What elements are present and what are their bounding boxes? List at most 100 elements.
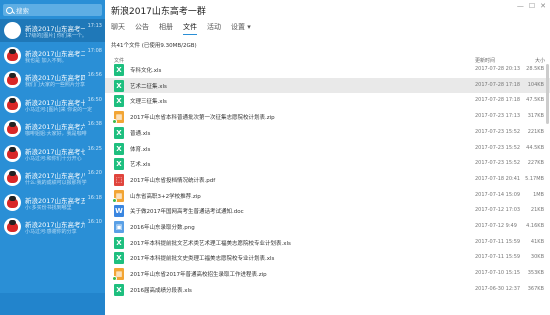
conversation-item[interactable]: 新浪2017山东高考七群16:25小马过河:和你们十分开心 xyxy=(0,142,105,165)
file-row[interactable]: X 体育.xls 2017-07-23 15:52 44.5KB xyxy=(105,141,550,157)
conversation-time: 16:50 xyxy=(87,96,102,103)
file-row[interactable]: X 专科文化.xls 2017-07-28 20:13 28.5KB xyxy=(105,62,550,78)
conversation-item[interactable]: 新浪2017山东高考一群17:1317级的[图片] 你们来一个。 xyxy=(0,19,105,42)
file-name: 2016届高成绩分段表.xls xyxy=(130,287,192,294)
file-name: 2017年本科提前批文史类理工福美志愿院校专业计划表.xls xyxy=(130,256,275,263)
file-name: 艺术.xls xyxy=(130,162,151,169)
file-size: 41KB xyxy=(530,238,544,245)
conversation-item[interactable]: 新浪2017山东高考六群16:38咖啡姐姐:大家好，我是咖啡 xyxy=(0,117,105,140)
file-name: 艺术二征集.xls xyxy=(130,83,167,90)
tab-item[interactable]: 文件 xyxy=(183,22,197,35)
file-row[interactable]: X 2017年本科提前批文史类理工福美志愿院校专业计划表.xls 2017-07-1… xyxy=(105,250,550,266)
file-row[interactable]: X 2016届高成绩分段表.xls 2017-06-30 12:37 367KB xyxy=(105,282,550,298)
file-name: 体育.xls xyxy=(130,146,151,153)
xls-file-icon: X xyxy=(114,64,124,76)
xls-file-icon: X xyxy=(114,79,124,92)
png-file-icon: ▣ xyxy=(114,221,124,233)
file-name: 关于做2017年国网高考生普通话考试通知.doc xyxy=(130,209,244,216)
check-badge-icon xyxy=(112,119,117,125)
file-row[interactable]: ▣ 2016年山东录取分数.png 2017-07-12 9:49 4.16KB xyxy=(105,219,550,235)
file-row[interactable]: X 2017年本科提前批文艺术类艺术理工福美志愿院校专业计划表.xls 2017-0… xyxy=(105,235,550,251)
file-date: 2017-07-23 15:52 xyxy=(475,128,521,135)
close-icon[interactable]: ✕ xyxy=(540,2,546,10)
file-name: 2017年山东省本科普通批次第一次征集志愿院校计划表.zip xyxy=(130,115,275,122)
check-badge-icon xyxy=(112,197,117,203)
file-size: 44.5KB xyxy=(526,144,544,151)
angry-bird-brow-icon xyxy=(9,220,16,225)
angry-bird-brow-icon xyxy=(9,48,16,54)
tab-item[interactable]: 相册 xyxy=(159,22,173,35)
file-row[interactable]: W 关于做2017年国网高考生普通话考试通知.doc 2017-07-12 17:0… xyxy=(105,203,550,219)
avatar xyxy=(4,95,21,113)
file-date: 2017-07-18 20:41 xyxy=(475,175,521,182)
file-row[interactable]: ▦ 山东省高职3+2学校推荐.zip 2017-07-14 15:09 1MB xyxy=(105,188,550,204)
file-name: 专科文化.xls xyxy=(130,68,162,74)
conversation-sidebar: 搜索 新浪2017山东高考一群17:1317级的[图片] 你们来一个。新浪201… xyxy=(0,0,105,315)
avatar xyxy=(4,193,21,211)
angry-bird-brow-icon xyxy=(9,171,16,176)
sidebar-footer xyxy=(0,293,105,315)
sina-logo-icon xyxy=(6,28,19,34)
file-row[interactable]: X 艺术二征集.xls 2017-07-28 17:18 104KB xyxy=(105,77,550,94)
avatar xyxy=(4,169,21,186)
file-date: 2017-07-12 17:03 xyxy=(475,207,521,214)
search-placeholder: 搜索 xyxy=(16,7,29,15)
conversation-preview: 小马过河:和你们十分开心 xyxy=(25,155,82,162)
minimize-icon[interactable]: — xyxy=(517,2,524,10)
file-date: 2017-07-28 20:13 xyxy=(475,66,521,72)
maximize-icon[interactable]: ☐ xyxy=(529,2,535,10)
group-window: 新浪2017山东高考一群 — ☐ ✕ 聊天 公告 相册 文件 活动 设置 ▾ 共41个文件… xyxy=(105,0,550,315)
conversation-time: 16:20 xyxy=(87,170,102,176)
file-size: 367KB xyxy=(527,285,544,292)
file-name: 2016年山东录取分数.png xyxy=(130,225,195,231)
file-size: 21KB xyxy=(530,207,544,214)
file-row[interactable]: X 文理三征集.xls 2017-07-28 17:18 47.5KB xyxy=(105,93,550,109)
conversation-preview: 小马过河:感谢你的分享 xyxy=(25,229,77,235)
file-summary: 共41个文件 (已使用9.30MB/2GB) xyxy=(111,43,197,49)
conversation-time: 16:25 xyxy=(87,145,102,152)
avatar xyxy=(4,144,21,162)
conversation-item[interactable]: 新浪2017山东高考四群16:56我们门大家的一些照片分享 xyxy=(0,68,105,91)
file-date: 2017-06-30 12:37 xyxy=(475,285,521,292)
file-row[interactable]: ▦ 2017年山东省本科普通批次第一次征集志愿院校计划表.zip 2017-07-2… xyxy=(105,109,550,125)
scrollbar[interactable] xyxy=(546,64,549,124)
xls-file-icon: X xyxy=(114,252,124,265)
file-row[interactable]: X 艺术.xls 2017-07-23 15:52 227KB xyxy=(105,156,550,172)
file-row[interactable]: X 普通.xls 2017-07-23 15:52 221KB xyxy=(105,125,550,141)
file-date: 2017-07-23 15:52 xyxy=(475,160,521,167)
tab-item[interactable]: 公告 xyxy=(135,22,149,35)
file-row[interactable]: ▦ 2017年山东省2017年普通高校招生录取工作进程表.zip 2017-07-1… xyxy=(105,266,550,282)
file-name: 2017年山东省2017年普通高校招生录取工作进程表.zip xyxy=(130,272,267,279)
file-date: 2017-07-10 15:15 xyxy=(475,270,521,277)
conversation-time: 17:13 xyxy=(87,23,102,29)
conversation-time: 16:38 xyxy=(87,121,102,127)
file-size: 104KB xyxy=(527,81,544,88)
tab-item[interactable]: 设置 ▾ xyxy=(231,22,251,35)
angry-bird-brow-icon xyxy=(9,97,16,103)
search-box[interactable]: 搜索 xyxy=(3,4,102,16)
tab-item[interactable]: 活动 xyxy=(207,22,221,35)
file-date: 2017-07-14 15:09 xyxy=(475,191,521,198)
conversation-preview: 我们门大家的一些照片分享 xyxy=(25,82,86,88)
file-row[interactable]: ⬚ 2017年山东省投档情况统计表.pdf 2017-07-18 20:41 5.17… xyxy=(105,172,550,188)
angry-bird-brow-icon xyxy=(9,146,16,152)
conversation-preview: 什么:我的成绩可以报那所学 xyxy=(25,180,87,186)
conversation-item[interactable]: 新浪2017山东高考八群16:20什么:我的成绩可以报那所学 xyxy=(0,166,105,189)
conversation-item[interactable]: 新浪2017山东高考九群16:10小马过河:感谢你的分享 xyxy=(0,215,105,238)
file-name: 2017年本科提前批文艺术类艺术理工福美志愿院校专业计划表.xls xyxy=(130,240,291,247)
file-size: 47.5KB xyxy=(526,97,544,104)
conversation-item[interactable]: 新浪2017山东高考五群16:18小:多买份书找到哪里 xyxy=(0,191,105,214)
conversation-item[interactable]: 新浪2017山东高考十群16:50小马过河:[图片]来 你说的一定 xyxy=(0,93,105,116)
avatar xyxy=(4,46,21,64)
avatar xyxy=(4,218,21,235)
conversation-time: 17:08 xyxy=(87,47,102,54)
group-title: 新浪2017山东高考一群 xyxy=(111,7,206,17)
conversation-item[interactable]: 新浪2017山东高考二群17:08我也是 加入不到。 xyxy=(0,44,105,67)
file-date: 2017-07-11 15:59 xyxy=(475,238,521,245)
file-size: 28.5KB xyxy=(526,66,544,72)
xls-file-icon: X xyxy=(114,236,124,249)
tab-item[interactable]: 聊天 xyxy=(111,22,125,35)
conversation-time: 16:18 xyxy=(87,194,102,201)
file-date: 2017-07-12 9:49 xyxy=(475,223,517,229)
pdf-file-icon: ⬚ xyxy=(114,173,124,186)
